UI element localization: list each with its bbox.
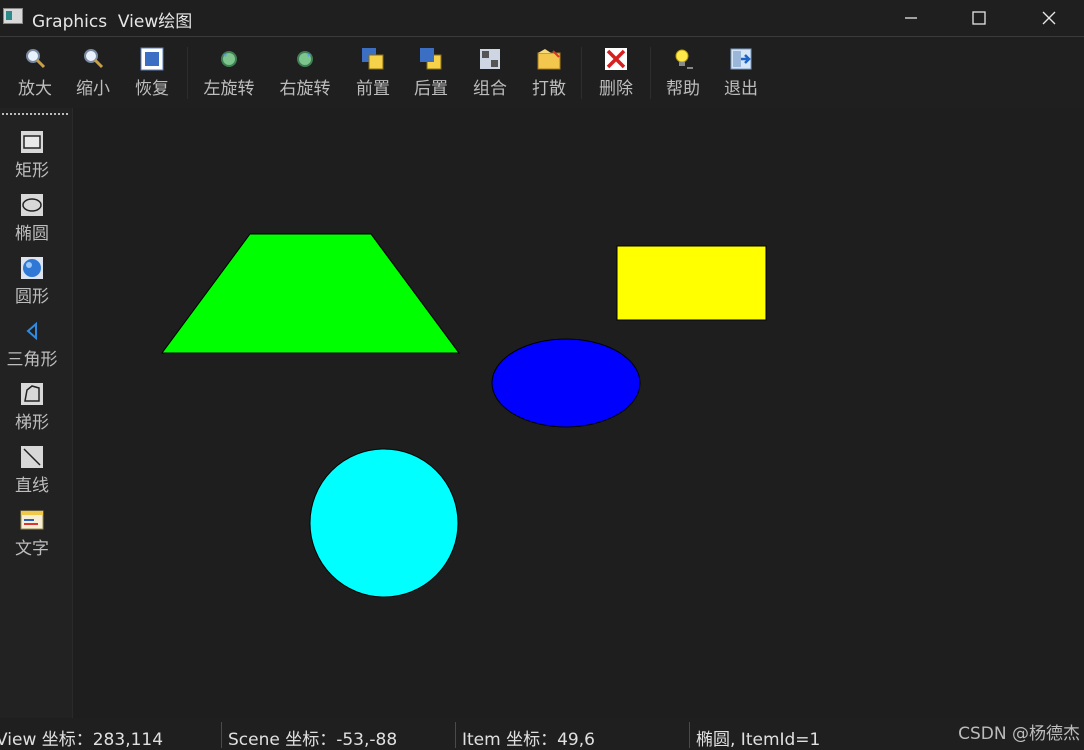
sidebar-item-ellipse[interactable]: 椭圆 [0,192,64,244]
status-separator [221,722,222,748]
sidebar-item-label: 椭圆 [15,224,49,244]
ellipse-icon [21,194,43,216]
close-button[interactable] [1014,0,1084,36]
item-info: 椭圆, ItemId=1 [696,730,821,750]
sidebar-item-label: 圆形 [15,287,49,307]
ungroup-button[interactable]: 打散 [528,47,570,103]
exit-door-icon [730,48,752,70]
restore-icon [140,47,164,71]
scene-svg [161,233,767,598]
toolbar-separator [581,47,582,99]
minimize-icon [905,17,917,19]
window-title: Graphics View绘图 [32,12,193,32]
lightbulb-icon [675,49,693,69]
globe-icon [21,257,43,279]
bring-front-label: 前置 [356,79,390,99]
send-back-label: 后置 [414,79,448,99]
status-separator [455,722,456,748]
line-icon [21,446,43,468]
send-back-button[interactable]: 后置 [410,47,452,103]
rotate-right-icon [297,51,313,67]
sidebar-item-rectangle[interactable]: 矩形 [0,129,64,181]
close-icon [1042,11,1056,25]
rotate-left-icon [221,51,237,67]
app-icon [3,8,23,24]
delete-icon [605,48,627,70]
watermark: CSDN @杨德杰 [958,724,1080,744]
ungroup-label: 打散 [532,79,566,99]
minimize-button[interactable] [876,0,946,36]
sidebar-item-label: 文字 [15,539,49,559]
zoom-out-button[interactable]: 缩小 [72,47,114,103]
help-button[interactable]: 帮助 [662,47,704,103]
triangle-icon [26,321,37,341]
toolbar-separator [187,47,188,99]
shape-sidebar: 矩形 椭圆 圆形 三角形 梯形 直线 文字 [0,108,73,718]
zoom-in-label: 放大 [18,79,52,99]
zoom-in-button[interactable]: 放大 [14,47,56,103]
sidebar-item-triangle[interactable]: 三角形 [0,318,64,370]
zoom-out-label: 缩小 [76,79,110,99]
toolbar: 放大 缩小 恢复 左旋转 右旋转 前置 后置 组合 打散 删除 帮助 退出 [0,41,1084,107]
view-coordinate: View 坐标：283,114 [0,730,164,750]
sidebar-item-trapezoid[interactable]: 梯形 [0,381,64,433]
circle-shape[interactable] [309,448,459,598]
graphics-view[interactable] [73,108,1084,718]
delete-button[interactable]: 删除 [595,47,637,103]
send-back-icon [420,48,442,70]
ellipse-shape[interactable] [491,338,641,428]
ungroup-icon [537,49,561,70]
delete-label: 删除 [599,79,633,99]
bring-front-icon [362,48,384,70]
status-separator [689,722,690,748]
toolbar-separator [650,47,651,99]
trapezoid-icon [21,383,43,405]
rotate-left-label: 左旋转 [203,79,255,99]
sidebar-item-text[interactable]: 文字 [0,507,64,559]
sidebar-item-label: 矩形 [15,161,49,181]
status-bar: View 坐标：283,114 Scene 坐标：-53,-88 Item 坐标… [0,718,1084,750]
zoom-in-icon [26,49,46,69]
scene-coordinate: Scene 坐标：-53,-88 [228,730,398,750]
group-label: 组合 [473,79,507,99]
zoom-out-icon [84,49,104,69]
group-button[interactable]: 组合 [469,47,511,103]
sidebar-grip[interactable] [2,113,68,115]
rectangle-shape[interactable] [616,245,767,321]
text-icon [20,510,44,530]
rotate-right-button[interactable]: 右旋转 [276,47,334,103]
title-bar: Graphics View绘图 [0,0,1084,37]
sidebar-item-label: 梯形 [15,413,49,433]
group-icon [480,49,500,69]
restore-label: 恢复 [135,79,169,99]
trapezoid-shape[interactable] [161,233,460,354]
maximize-button[interactable] [944,0,1014,36]
sidebar-item-circle[interactable]: 圆形 [0,255,64,307]
sidebar-item-line[interactable]: 直线 [0,444,64,496]
restore-button[interactable]: 恢复 [131,47,173,103]
rotate-left-button[interactable]: 左旋转 [200,47,258,103]
exit-label: 退出 [724,79,758,99]
item-coordinate: Item 坐标：49,6 [462,730,595,750]
help-label: 帮助 [666,79,700,99]
rotate-right-label: 右旋转 [279,79,331,99]
maximize-icon [972,11,986,25]
exit-button[interactable]: 退出 [720,47,762,103]
sidebar-item-label: 直线 [15,476,49,496]
bring-front-button[interactable]: 前置 [352,47,394,103]
sidebar-item-label: 三角形 [6,350,58,370]
rectangle-icon [21,131,43,153]
